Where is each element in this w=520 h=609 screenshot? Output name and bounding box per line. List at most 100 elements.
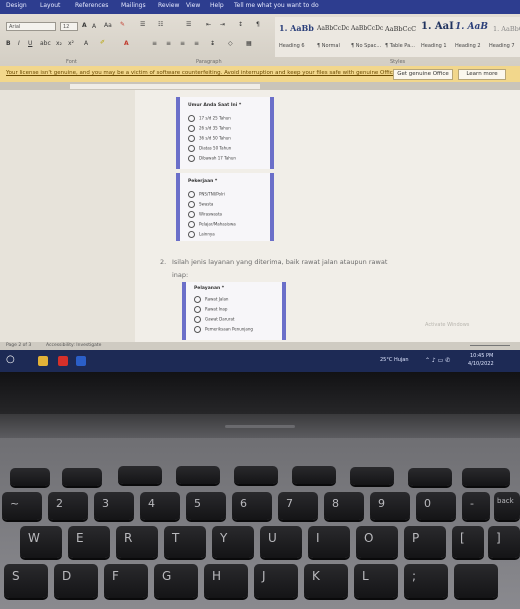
multilevel-list-icon[interactable]: ☰ [186,21,191,28]
key-number-row[interactable]: 5 [186,492,226,520]
key-letter[interactable]: U [260,526,302,558]
align-center-icon[interactable]: ≡ [166,40,171,47]
key-letter[interactable]: J [254,564,298,598]
file-explorer-icon[interactable] [38,356,48,366]
key-letter[interactable]: P [404,526,446,558]
italic-button[interactable]: I [18,40,20,47]
key-letter[interactable]: Y [212,526,254,558]
menu-layout[interactable]: Layout [40,2,60,9]
decrease-indent-icon[interactable]: ⇤ [206,21,211,28]
word-app-icon[interactable] [76,356,86,366]
menu-view[interactable]: View [186,2,200,9]
highlight-icon[interactable]: ✐ [100,39,105,46]
menu-design[interactable]: Design [6,2,27,9]
font-size-box[interactable]: 12 [60,22,78,31]
key-number-row[interactable]: 6 [232,492,272,520]
taskbar-date[interactable]: 4/10/2022 [468,361,494,367]
numbering-icon[interactable]: ☷ [158,21,163,28]
page-count[interactable]: Page 2 of 3 [6,343,31,348]
key-number-row[interactable]: 8 [324,492,364,520]
key-letter[interactable]: W [20,526,62,558]
key-backspace[interactable]: back [494,492,520,520]
key-semicolon[interactable]: ; [404,564,448,598]
key-number-row[interactable]: 7 [278,492,318,520]
accessibility-status[interactable]: Accessibility: Investigate [46,343,101,348]
weather-widget[interactable]: 25°C Hujan [380,357,409,363]
key-function[interactable] [118,466,162,484]
zoom-slider[interactable] [470,345,510,346]
key-number-row[interactable]: 0 [416,492,456,520]
key-letter[interactable]: K [304,564,348,598]
menu-mailings[interactable]: Mailings [121,2,146,9]
menu-review[interactable]: Review [158,2,179,9]
key-letter[interactable]: H [204,564,248,598]
key-number-row[interactable]: 9 [370,492,410,520]
key-bracket-right[interactable]: ] [488,526,520,558]
menu-help[interactable]: Help [210,2,224,9]
align-right-icon[interactable]: ≡ [180,40,185,47]
menu-references[interactable]: References [75,2,108,9]
strikethrough-button[interactable]: abc [40,40,51,47]
learn-more-button[interactable]: Learn more [458,69,506,80]
show-marks-icon[interactable]: ¶ [256,21,260,28]
key-bracket-left[interactable]: [ [452,526,484,558]
key-function[interactable] [62,468,102,486]
key-letter[interactable]: O [356,526,398,558]
text-effects-icon[interactable]: A [84,40,88,47]
key-number-row[interactable]: 2 [48,492,88,520]
key-function[interactable] [292,466,336,484]
key-function[interactable] [350,467,394,485]
style-preview-heading6[interactable]: 1. AaBb [279,23,314,33]
shading-icon[interactable]: ◇ [228,40,233,47]
key-letter[interactable]: F [104,564,148,598]
bold-button[interactable]: B [6,40,11,47]
key-letter[interactable]: T [164,526,206,558]
justify-icon[interactable]: ≡ [194,40,199,47]
key-letter[interactable]: R [116,526,158,558]
system-tray-icons[interactable]: ⌃ ♪ ▭ ✆ [425,357,450,364]
office-app-icon[interactable] [58,356,68,366]
clear-format-icon[interactable]: ✎ [120,21,125,28]
key-function[interactable] [10,468,50,486]
style-preview-heading1[interactable]: 1. AaI [421,21,454,32]
increase-indent-icon[interactable]: ⇥ [220,21,225,28]
horizontal-ruler[interactable] [70,84,260,89]
key-quote[interactable] [454,564,498,598]
get-genuine-office-button[interactable]: Get genuine Office [393,69,453,80]
key-number-row[interactable]: - [462,492,490,520]
sort-icon[interactable]: ↕ [238,21,243,28]
font-color-icon[interactable]: A [124,40,129,47]
shrink-font-button[interactable]: A [92,23,96,30]
underline-button[interactable]: U [28,40,32,47]
key-letter[interactable]: S [4,564,48,598]
grow-font-button[interactable]: A [82,22,87,29]
taskbar-time[interactable]: 10:45 PM [470,353,493,359]
key-letter[interactable]: I [308,526,350,558]
subscript-button[interactable]: x₂ [56,40,62,47]
bullets-icon[interactable]: ☰ [140,21,145,28]
line-spacing-icon[interactable]: ↨ [210,40,215,47]
tell-me-search[interactable]: Tell me what you want to do [234,2,319,9]
key-function[interactable] [234,466,278,484]
key-number-row[interactable]: 4 [140,492,180,520]
key-function[interactable] [176,466,220,484]
search-icon[interactable]: ○ [6,354,16,365]
key-letter[interactable]: G [154,564,198,598]
key-number-row[interactable]: 3 [94,492,134,520]
align-left-icon[interactable]: ≡ [152,40,157,47]
key-letter[interactable]: E [68,526,110,558]
font-name-box[interactable]: Arial [6,22,56,31]
key-function[interactable] [462,468,510,486]
superscript-button[interactable]: x² [68,40,74,47]
style-preview-table[interactable]: AaBbCcC [385,25,416,33]
style-preview-no-spacing[interactable]: AaBbCcDc [351,25,383,32]
style-preview-normal[interactable]: AaBbCcDc [317,25,349,32]
borders-icon[interactable]: ▦ [246,40,252,47]
key-letter[interactable]: D [54,564,98,598]
key-function[interactable] [408,468,452,486]
style-preview-heading2[interactable]: 1. AaB [455,22,488,32]
change-case-button[interactable]: Aa [104,22,112,29]
key-letter[interactable]: L [354,564,398,598]
style-preview-heading7[interactable]: 1. AaBbC [493,25,520,33]
license-message[interactable]: Your license isn't genuine, and you may … [6,70,414,76]
